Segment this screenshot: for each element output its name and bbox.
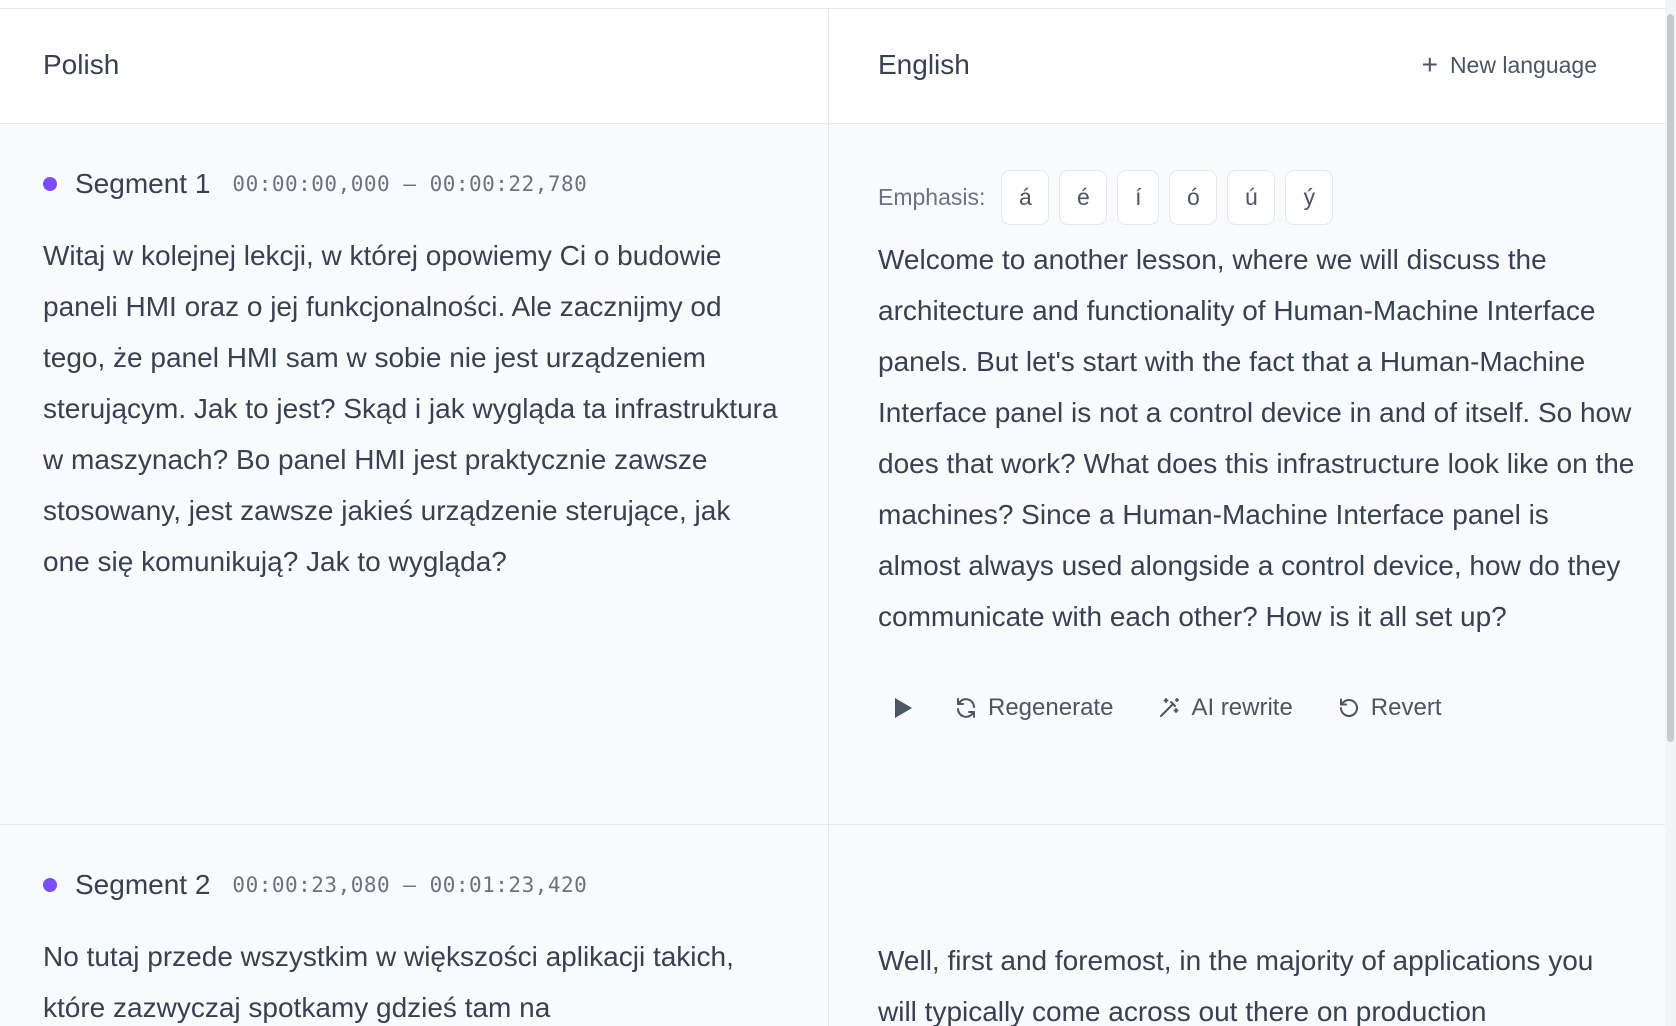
emphasis-char-button[interactable]: á <box>1001 170 1050 225</box>
segment-actions: Regenerate AI rewrite Revert <box>895 694 1485 722</box>
segment-row: Segment 2 00:00:23,080 – 00:01:23,420 No… <box>0 825 1665 1026</box>
emphasis-toolbar: Emphasis: á é í ó ú ý <box>878 170 1343 225</box>
emphasis-label: Emphasis: <box>878 184 986 210</box>
target-text-editor[interactable]: Welcome to another lesson, where we will… <box>878 234 1638 642</box>
top-border <box>0 0 1665 9</box>
segment-timecode: 00:00:23,080 – 00:01:23,420 <box>232 873 588 897</box>
scrollbar-thumb[interactable] <box>1667 14 1674 742</box>
target-language-column-header: English + New language <box>828 9 1665 123</box>
emphasis-char-button[interactable]: ú <box>1227 170 1276 225</box>
segment-status-dot <box>43 878 57 892</box>
source-segment-cell: Segment 2 00:00:23,080 – 00:01:23,420 No… <box>0 825 828 1026</box>
emphasis-char-button[interactable]: ý <box>1285 170 1334 225</box>
language-header: Polish English + New language <box>0 9 1665 124</box>
target-text-editor[interactable]: Well, first and foremost, in the majorit… <box>878 935 1638 1026</box>
segment-header: Segment 1 00:00:00,000 – 00:00:22,780 <box>43 168 587 200</box>
undo-icon <box>1339 698 1358 717</box>
target-segment-cell: Emphasis: á é í ó ú ý Welcome to another… <box>828 124 1665 824</box>
segment-name: Segment 1 <box>75 168 211 199</box>
revert-label: Revert <box>1370 694 1442 721</box>
segment-header: Segment 2 00:00:23,080 – 00:01:23,420 <box>43 869 587 901</box>
target-language-title: English <box>878 49 970 80</box>
emphasis-char-button[interactable]: í <box>1117 170 1160 225</box>
refresh-icon <box>957 698 975 718</box>
source-text: Witaj w kolejnej lekcji, w której opowie… <box>43 240 778 577</box>
source-language-title: Polish <box>43 49 120 80</box>
segment-name: Segment 2 <box>75 869 211 900</box>
ai-rewrite-label: AI rewrite <box>1191 694 1293 721</box>
segment-status-dot <box>43 177 57 191</box>
emphasis-char-button[interactable]: é <box>1059 170 1108 225</box>
emphasis-char-button[interactable]: ó <box>1169 170 1218 225</box>
segment-row: Segment 1 00:00:00,000 – 00:00:22,780 Wi… <box>0 124 1665 825</box>
new-language-button[interactable]: + New language <box>1422 51 1597 79</box>
play-icon[interactable] <box>895 698 912 718</box>
revert-button[interactable]: Revert <box>1337 694 1442 722</box>
segment-timecode: 00:00:00,000 – 00:00:22,780 <box>232 172 588 196</box>
source-text: No tutaj przede wszystkim w większości a… <box>43 941 734 1023</box>
regenerate-label: Regenerate <box>988 694 1114 721</box>
vertical-scrollbar[interactable] <box>1665 0 1676 1026</box>
regenerate-button[interactable]: Regenerate <box>954 694 1113 722</box>
source-language-column-header: Polish <box>0 9 828 123</box>
target-segment-cell: Well, first and foremost, in the majorit… <box>828 825 1665 1026</box>
new-language-label: New language <box>1449 51 1597 78</box>
ai-rewrite-button[interactable]: AI rewrite <box>1157 694 1293 722</box>
plus-icon: + <box>1421 49 1438 80</box>
magic-wand-icon <box>1160 698 1180 717</box>
source-segment-cell: Segment 1 00:00:00,000 – 00:00:22,780 Wi… <box>0 124 828 824</box>
